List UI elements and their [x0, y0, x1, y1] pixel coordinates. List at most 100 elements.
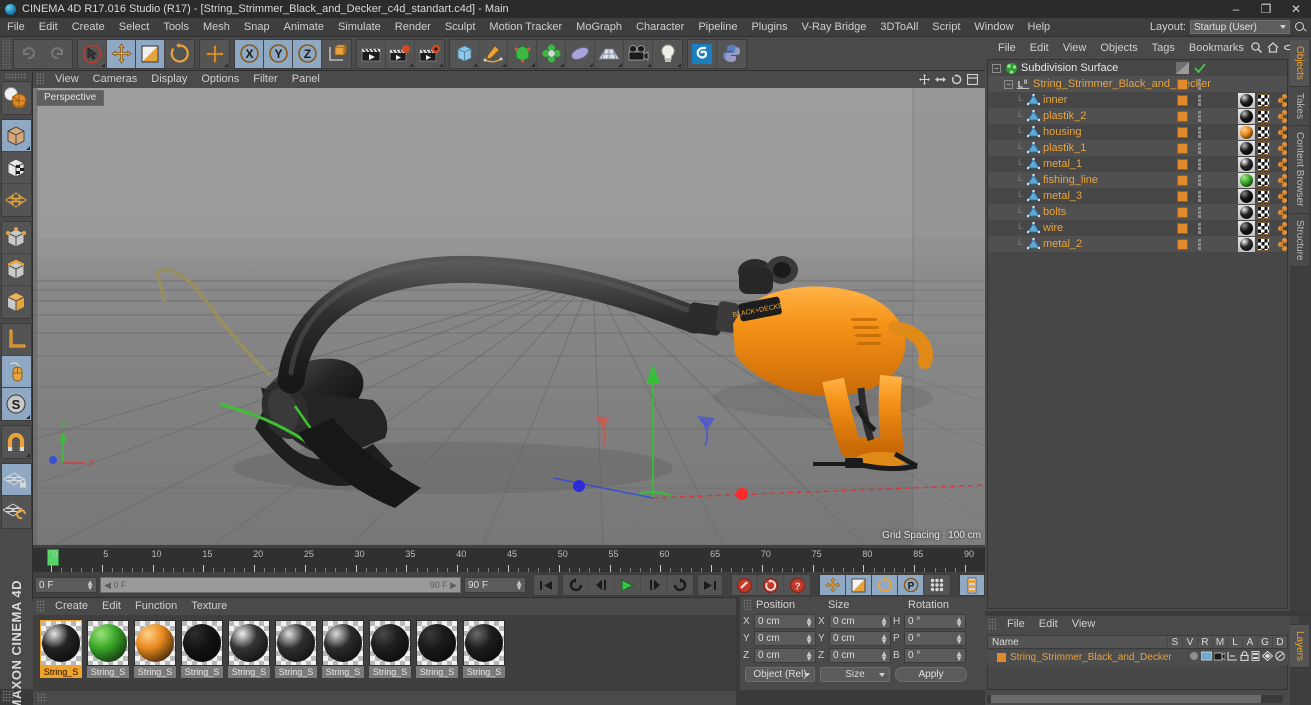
param-key-button[interactable]: P	[898, 575, 924, 595]
visibility-dots[interactable]	[1191, 157, 1208, 172]
material-preview[interactable]	[40, 620, 82, 666]
menu-pipeline[interactable]: Pipeline	[691, 18, 744, 37]
world-object-coord[interactable]	[322, 39, 351, 68]
layer-column-M[interactable]: M	[1212, 636, 1227, 648]
pla-key-button[interactable]	[924, 575, 950, 595]
material-item[interactable]: String_S	[463, 620, 505, 691]
object-menu-objects[interactable]: Objects	[1093, 40, 1144, 57]
material-preview[interactable]	[275, 620, 317, 666]
material-menu-grip[interactable]	[36, 600, 45, 613]
material-tag[interactable]	[1238, 124, 1255, 140]
live-selection-tool[interactable]	[78, 39, 107, 68]
position-input[interactable]: 0 cm ▲ ▼	[754, 631, 816, 646]
add-deformer-button[interactable]	[566, 39, 595, 68]
layer-column-D[interactable]: D	[1272, 636, 1287, 648]
object-menu-edit[interactable]: Edit	[1023, 40, 1056, 57]
rotation-input[interactable]: 0 ° ▲ ▼	[904, 648, 966, 663]
visibility-dots[interactable]	[1191, 77, 1208, 92]
render-view-button[interactable]	[357, 39, 386, 68]
menu-render[interactable]: Render	[388, 18, 438, 37]
menu-file[interactable]: File	[0, 18, 32, 37]
menu-help[interactable]: Help	[1021, 18, 1058, 37]
go-to-start-button[interactable]	[533, 574, 559, 596]
autokey-button[interactable]	[758, 575, 784, 595]
spinner-icon[interactable]: ▲ ▼	[515, 579, 523, 592]
phong-tag[interactable]	[1272, 125, 1287, 140]
object-tree[interactable]: − Subdivision Surface − L 0 String_Strimmer_B…	[987, 59, 1288, 609]
layer-color-tag[interactable]	[1174, 157, 1191, 172]
layer-menu-view[interactable]: View	[1065, 616, 1103, 633]
size-input[interactable]: 0 cm ▲ ▼	[829, 631, 891, 646]
uvw-tag[interactable]	[1255, 125, 1272, 140]
menu-plugins[interactable]: Plugins	[744, 18, 794, 37]
object-row[interactable]: − Subdivision Surface	[988, 60, 1287, 76]
material-item[interactable]: String_S	[322, 620, 364, 691]
rotation-input[interactable]: 0 ° ▲ ▼	[904, 614, 966, 629]
object-row[interactable]: └ housing	[988, 124, 1287, 140]
viewport-menu-panel[interactable]: Panel	[285, 71, 327, 88]
maximize-button[interactable]: ❐	[1251, 0, 1281, 18]
material-tag[interactable]	[1238, 236, 1255, 252]
layer-color-tag[interactable]	[1174, 77, 1191, 92]
solo-toggle[interactable]	[1189, 651, 1199, 664]
coordinate-mode-dropdown[interactable]: Object (Rel)	[745, 667, 815, 682]
phong-tag[interactable]	[1272, 141, 1287, 156]
deformers-toggle[interactable]	[1275, 651, 1285, 664]
uvw-tag[interactable]	[1255, 109, 1272, 124]
layer-menu-file[interactable]: File	[1000, 616, 1032, 633]
uvw-tag[interactable]	[1255, 237, 1272, 252]
z-axis-lock[interactable]: Z	[293, 39, 322, 68]
material-item[interactable]: String_S	[369, 620, 411, 691]
material-preview[interactable]	[369, 620, 411, 666]
object-row[interactable]: └ plastik_2	[988, 108, 1287, 124]
object-row[interactable]: └ metal_3	[988, 188, 1287, 204]
menu-animate[interactable]: Animate	[277, 18, 331, 37]
uvw-tag[interactable]	[1255, 141, 1272, 156]
position-input[interactable]: 0 cm ▲ ▼	[754, 614, 816, 629]
perspective-viewport[interactable]: BLACK+DECKER Y X View Cameras Display Op…	[33, 71, 985, 545]
viewport-menu-filter[interactable]: Filter	[246, 71, 284, 88]
render-settings-button[interactable]	[415, 39, 444, 68]
material-item[interactable]: String_S	[181, 620, 223, 691]
next-frame-button[interactable]	[641, 575, 667, 595]
lock-workplane-button[interactable]	[1, 464, 31, 496]
x-axis-lock[interactable]: X	[235, 39, 264, 68]
menu-mesh[interactable]: Mesh	[196, 18, 237, 37]
material-preview[interactable]	[181, 620, 223, 666]
layer-color-tag[interactable]	[1174, 109, 1191, 124]
tree-expander[interactable]: −	[1004, 79, 1013, 89]
visibility-dots[interactable]	[1191, 221, 1208, 236]
layer-color-tag[interactable]	[1174, 221, 1191, 236]
visibility-dots[interactable]	[1191, 205, 1208, 220]
material-list[interactable]: String_S String_S String_S String_S String_S…	[33, 615, 736, 691]
go-to-end-button[interactable]	[697, 574, 723, 596]
layers-side-tab[interactable]: Layers	[1290, 625, 1309, 669]
phong-tag[interactable]	[1272, 109, 1287, 124]
render-toggle[interactable]	[1213, 651, 1226, 664]
phong-tag[interactable]	[1272, 205, 1287, 220]
current-frame-field[interactable]: 0 F ▲ ▼	[35, 577, 97, 593]
material-tag[interactable]	[1238, 220, 1255, 236]
menu-select[interactable]: Select	[112, 18, 157, 37]
scale-view-icon[interactable]	[935, 74, 946, 85]
layer-color-tag[interactable]	[1174, 173, 1191, 188]
play-button[interactable]	[615, 575, 641, 595]
menu-character[interactable]: Character	[629, 18, 691, 37]
layer-color-tag[interactable]	[1174, 237, 1191, 252]
uvw-tag[interactable]	[1255, 205, 1272, 220]
y-axis-lock[interactable]: Y	[264, 39, 293, 68]
left-toolbar-grip[interactable]	[5, 73, 27, 80]
phong-tag[interactable]	[1272, 93, 1287, 108]
material-menu-texture[interactable]: Texture	[184, 597, 234, 616]
undo-button[interactable]	[14, 39, 43, 68]
layer-color-tag[interactable]	[1174, 125, 1191, 140]
spinner-icon[interactable]: ▲ ▼	[805, 633, 813, 646]
uvw-tag[interactable]	[1255, 93, 1272, 108]
uvw-tag[interactable]	[1255, 157, 1272, 172]
record-keyframe-button[interactable]	[732, 575, 758, 595]
menu-window[interactable]: Window	[967, 18, 1020, 37]
menu-edit[interactable]: Edit	[32, 18, 65, 37]
viewport-menu-cameras[interactable]: Cameras	[86, 71, 145, 88]
object-menu-tags[interactable]: Tags	[1145, 40, 1182, 57]
material-tag[interactable]	[1238, 92, 1255, 108]
